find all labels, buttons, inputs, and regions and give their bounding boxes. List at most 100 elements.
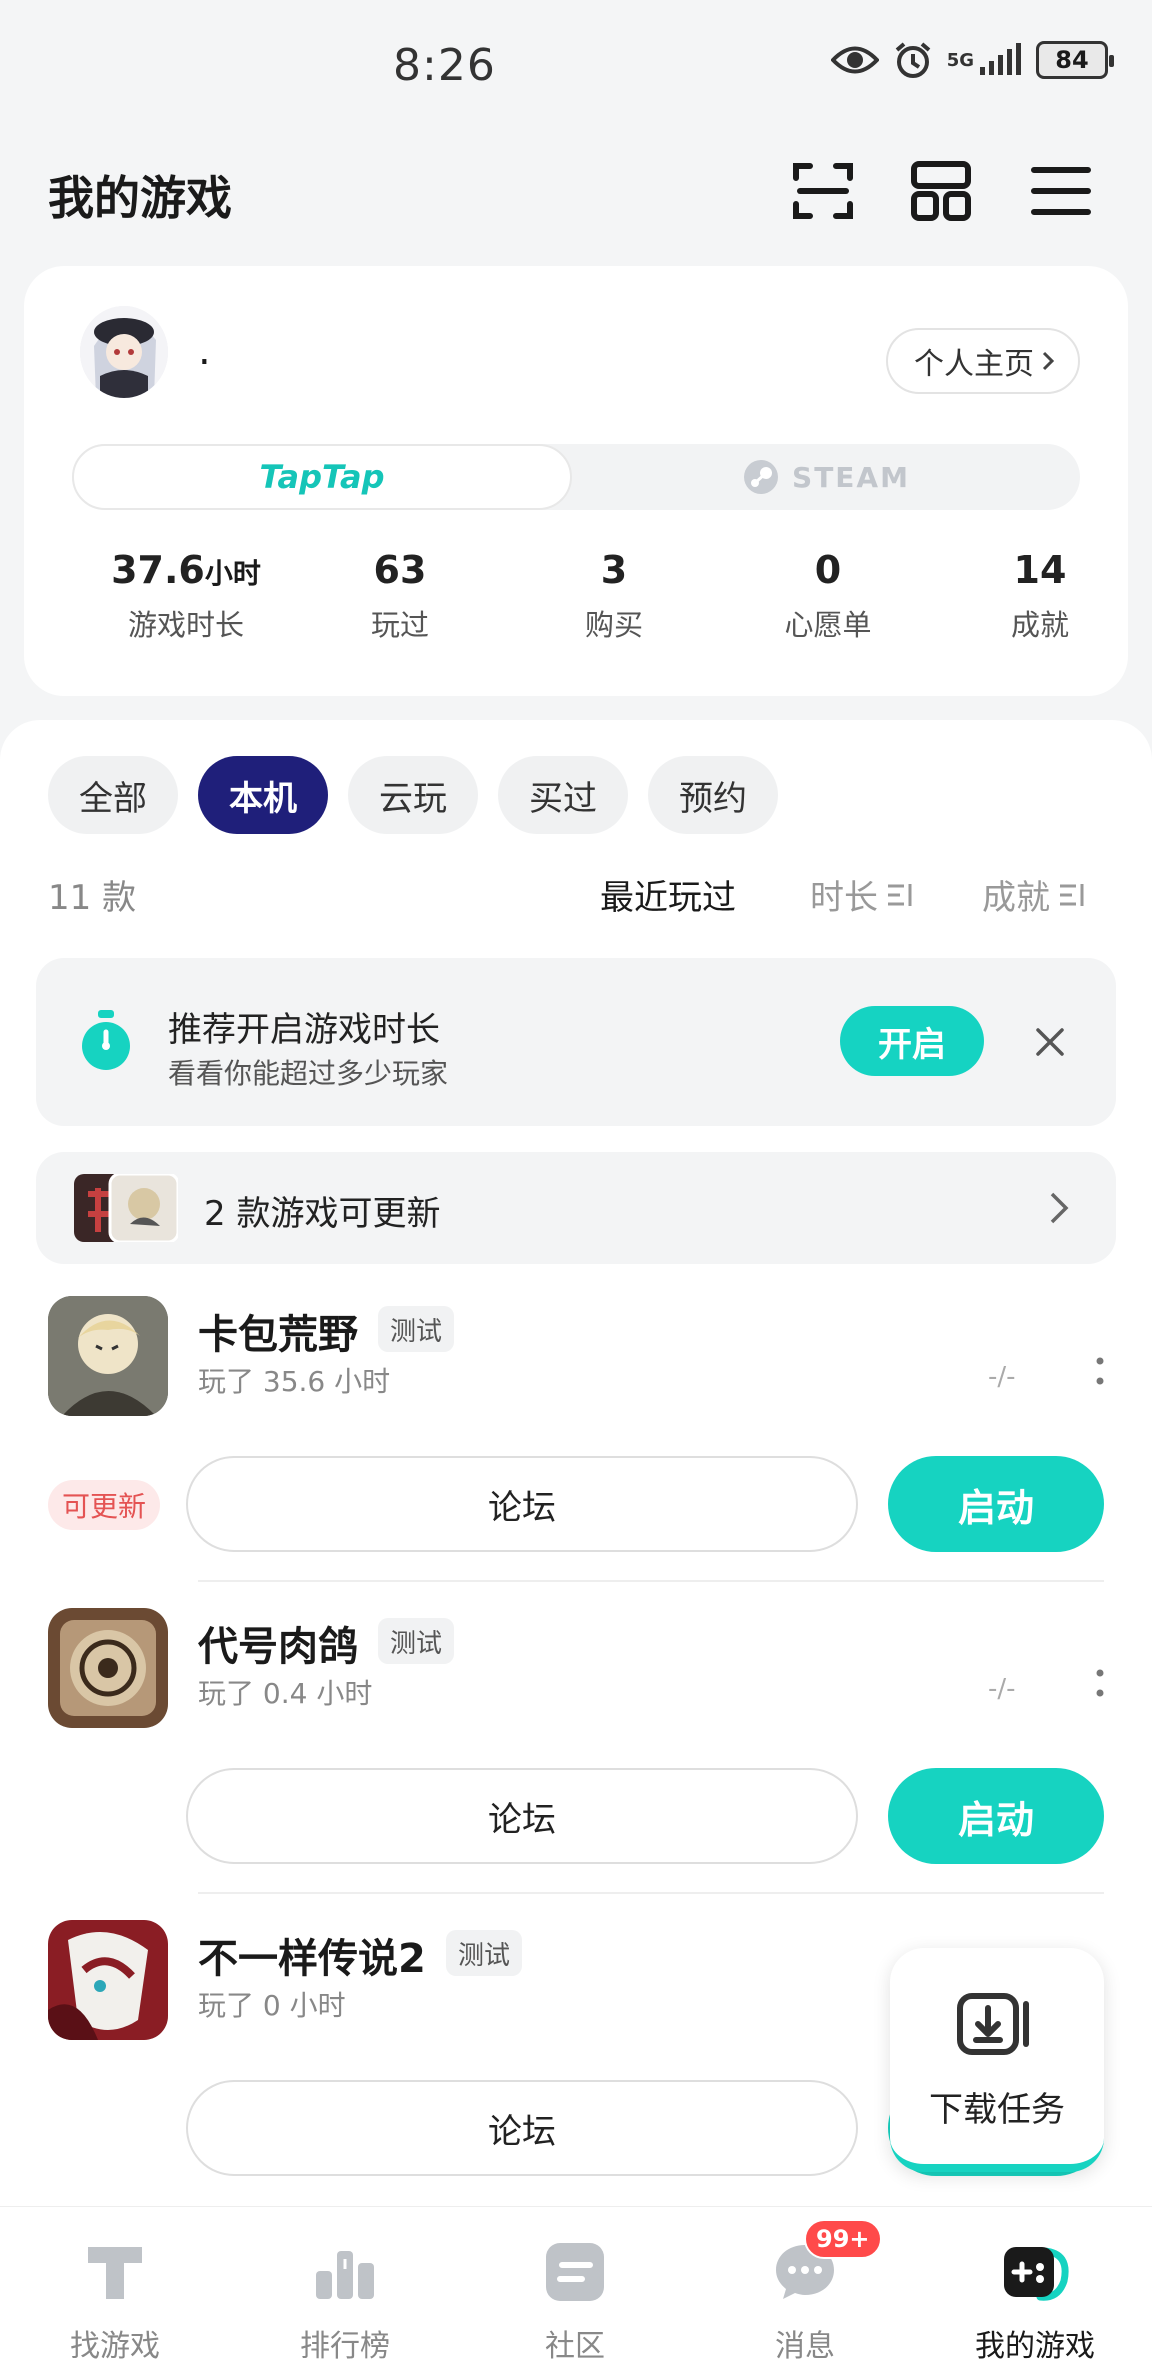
tab-steam[interactable]: STEAM [572, 444, 1080, 510]
stat-value: 3 [600, 548, 628, 592]
eye-icon [830, 46, 879, 74]
menu-icon[interactable] [1028, 158, 1094, 224]
nav-my-games[interactable]: 我的游戏 [920, 2207, 1150, 2376]
filter-chip-purchased[interactable]: 买过 [498, 756, 628, 834]
game-icon[interactable] [48, 1296, 168, 1416]
status-icons: 5G 84 [830, 40, 1114, 80]
download-icon [957, 1993, 1029, 2055]
stat-playtime[interactable]: 37.6小时 游戏时长 [76, 548, 296, 644]
nav-label: 排行榜 [300, 2329, 390, 2364]
close-icon[interactable] [1034, 1026, 1066, 1058]
sort-achievement[interactable]: 成就 [982, 870, 1086, 919]
tab-taptap[interactable]: TapTap [72, 444, 572, 510]
avatar[interactable] [80, 306, 168, 398]
my-games-icon [1004, 2247, 1069, 2301]
test-tag: 测试 [446, 1930, 523, 1976]
playtime-banner: 推荐开启游戏时长 看看你能超过多少玩家 开启 [36, 958, 1116, 1126]
signal-icon [980, 43, 1021, 75]
filter-chip-all[interactable]: 全部 [48, 756, 178, 834]
platform-switch: TapTap STEAM [72, 444, 1080, 510]
stat-value: 63 [373, 548, 427, 592]
stat-label: 心愿单 [784, 608, 872, 642]
stat-wishlist[interactable]: 0 心愿单 [718, 548, 938, 644]
find-game-icon [88, 2247, 142, 2299]
taptap-label: TapTap [259, 458, 385, 496]
forum-button[interactable]: 论坛 [186, 1456, 858, 1552]
stat-value: 14 [1013, 548, 1067, 592]
nav-messages[interactable]: 99+ 消息 [690, 2207, 920, 2376]
launch-button[interactable]: 启动 [888, 1768, 1104, 1864]
enable-playtime-button[interactable]: 开启 [840, 1006, 984, 1076]
profile-page-label: 个人主页 [914, 347, 1034, 382]
stat-value: 0 [814, 548, 842, 592]
stat-label: 成就 [1010, 608, 1069, 642]
filter-chip-cloud[interactable]: 云玩 [348, 756, 478, 834]
chevron-right-icon [1042, 351, 1055, 371]
sort-duration[interactable]: 时长 [810, 870, 914, 919]
game-row: 卡包荒野 测试 玩了 35.6 小时 -/- 可更新 论坛 启动 [0, 1276, 1152, 1588]
filter-chip-reserved[interactable]: 预约 [648, 756, 778, 834]
sort-recent[interactable]: 最近玩过 [600, 870, 736, 919]
sort-achievement-label: 成就 [982, 878, 1050, 918]
alarm-icon [895, 42, 930, 78]
nav-community[interactable]: 社区 [460, 2207, 690, 2376]
nav-leaderboard[interactable]: 排行榜 [230, 2207, 460, 2376]
status-time: 8:26 [393, 40, 496, 91]
nav-label: 消息 [775, 2329, 835, 2364]
updates-text: 2 款游戏可更新 [204, 1194, 441, 1234]
layout-icon[interactable] [908, 158, 974, 224]
game-name[interactable]: 代号肉鸽 [198, 1614, 358, 1672]
stat-label: 玩过 [370, 608, 429, 642]
stat-purchased[interactable]: 3 购买 [504, 548, 724, 644]
game-score: -/- [988, 1674, 1016, 1704]
nav-find-games[interactable]: 找游戏 [0, 2207, 230, 2376]
game-count: 11 款 [48, 878, 137, 918]
download-task-label: 下载任务 [929, 2090, 1065, 2130]
stat-achievements[interactable]: 14 成就 [930, 548, 1150, 644]
more-options-icon[interactable] [1094, 1668, 1106, 1698]
sort-icon [1060, 883, 1084, 906]
update-games-thumbnails [74, 1174, 178, 1242]
stat-played[interactable]: 63 玩过 [290, 548, 510, 644]
game-playtime: 玩了 35.6 小时 [198, 1365, 391, 1398]
test-tag: 测试 [378, 1618, 455, 1664]
stopwatch-icon [82, 1010, 130, 1070]
steam-icon [744, 460, 779, 494]
banner-title: 推荐开启游戏时长 [168, 1010, 440, 1050]
game-name[interactable]: 不一样传说2 [198, 1926, 426, 1984]
more-options-icon[interactable] [1094, 1356, 1106, 1386]
forum-button[interactable]: 论坛 [186, 1768, 858, 1864]
banner-subtitle: 看看你能超过多少玩家 [168, 1057, 449, 1090]
update-available-badge: 可更新 [48, 1480, 161, 1530]
sort-recent-label: 最近玩过 [600, 878, 736, 918]
game-row: 代号肉鸽 测试 玩了 0.4 小时 -/- 论坛 启动 [0, 1588, 1152, 1900]
stat-label: 购买 [584, 608, 643, 642]
profile-page-button[interactable]: 个人主页 [886, 328, 1080, 394]
forum-button[interactable]: 论坛 [186, 2080, 858, 2176]
network-label: 5G [946, 49, 974, 71]
test-tag: 测试 [378, 1306, 455, 1352]
game-playtime: 玩了 0.4 小时 [198, 1677, 373, 1710]
profile-card: . 个人主页 TapTap STEAM 37.6小时 游戏时长 63 玩过 3 … [24, 266, 1128, 696]
game-icon[interactable] [48, 1608, 168, 1728]
updates-row[interactable]: 2 款游戏可更新 [36, 1152, 1116, 1264]
sort-duration-label: 时长 [810, 878, 878, 918]
scan-icon[interactable] [790, 158, 856, 224]
nav-label: 找游戏 [70, 2329, 160, 2364]
filter-chip-local[interactable]: 本机 [198, 756, 328, 834]
launch-button[interactable]: 启动 [888, 1456, 1104, 1552]
chevron-right-icon [1050, 1192, 1069, 1224]
bottom-nav: 找游戏 排行榜 社区 99+ 消息 我的游戏 [0, 2206, 1152, 2376]
divider [198, 1580, 1104, 1582]
game-icon[interactable] [48, 1920, 168, 2040]
username: . [198, 328, 211, 374]
game-playtime: 玩了 0 小时 [198, 1989, 346, 2022]
nav-label: 社区 [545, 2329, 605, 2364]
download-task-button[interactable]: 下载任务 [890, 1948, 1104, 2172]
game-score: -/- [988, 1362, 1016, 1392]
steam-label: STEAM [792, 460, 910, 494]
game-name[interactable]: 卡包荒野 [198, 1302, 358, 1360]
nav-label: 我的游戏 [975, 2329, 1095, 2364]
notification-badge: 99+ [804, 2219, 882, 2259]
sort-icon [888, 883, 912, 906]
